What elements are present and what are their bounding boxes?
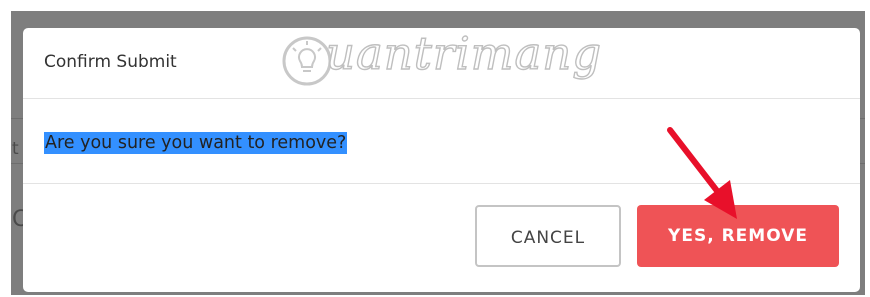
yes-remove-button[interactable]: YES, REMOVE <box>637 205 839 267</box>
confirm-dialog: Confirm Submit uantrimang Are you sure y… <box>23 28 860 292</box>
watermark-text: uantrimang <box>325 28 603 81</box>
dialog-footer: CANCEL YES, REMOVE <box>23 184 860 292</box>
screenshot-frame: t C Confirm Submit uantrimang Are you su… <box>11 11 865 295</box>
confirm-message: Are you sure you want to remove? <box>44 132 348 154</box>
cancel-button[interactable]: CANCEL <box>475 205 621 267</box>
dialog-header: Confirm Submit uantrimang <box>23 28 860 99</box>
dialog-body: Are you sure you want to remove? <box>23 99 860 184</box>
background-text-fragment: t <box>12 139 19 159</box>
watermark: uantrimang <box>280 28 603 91</box>
dialog-title: Confirm Submit <box>44 52 177 72</box>
